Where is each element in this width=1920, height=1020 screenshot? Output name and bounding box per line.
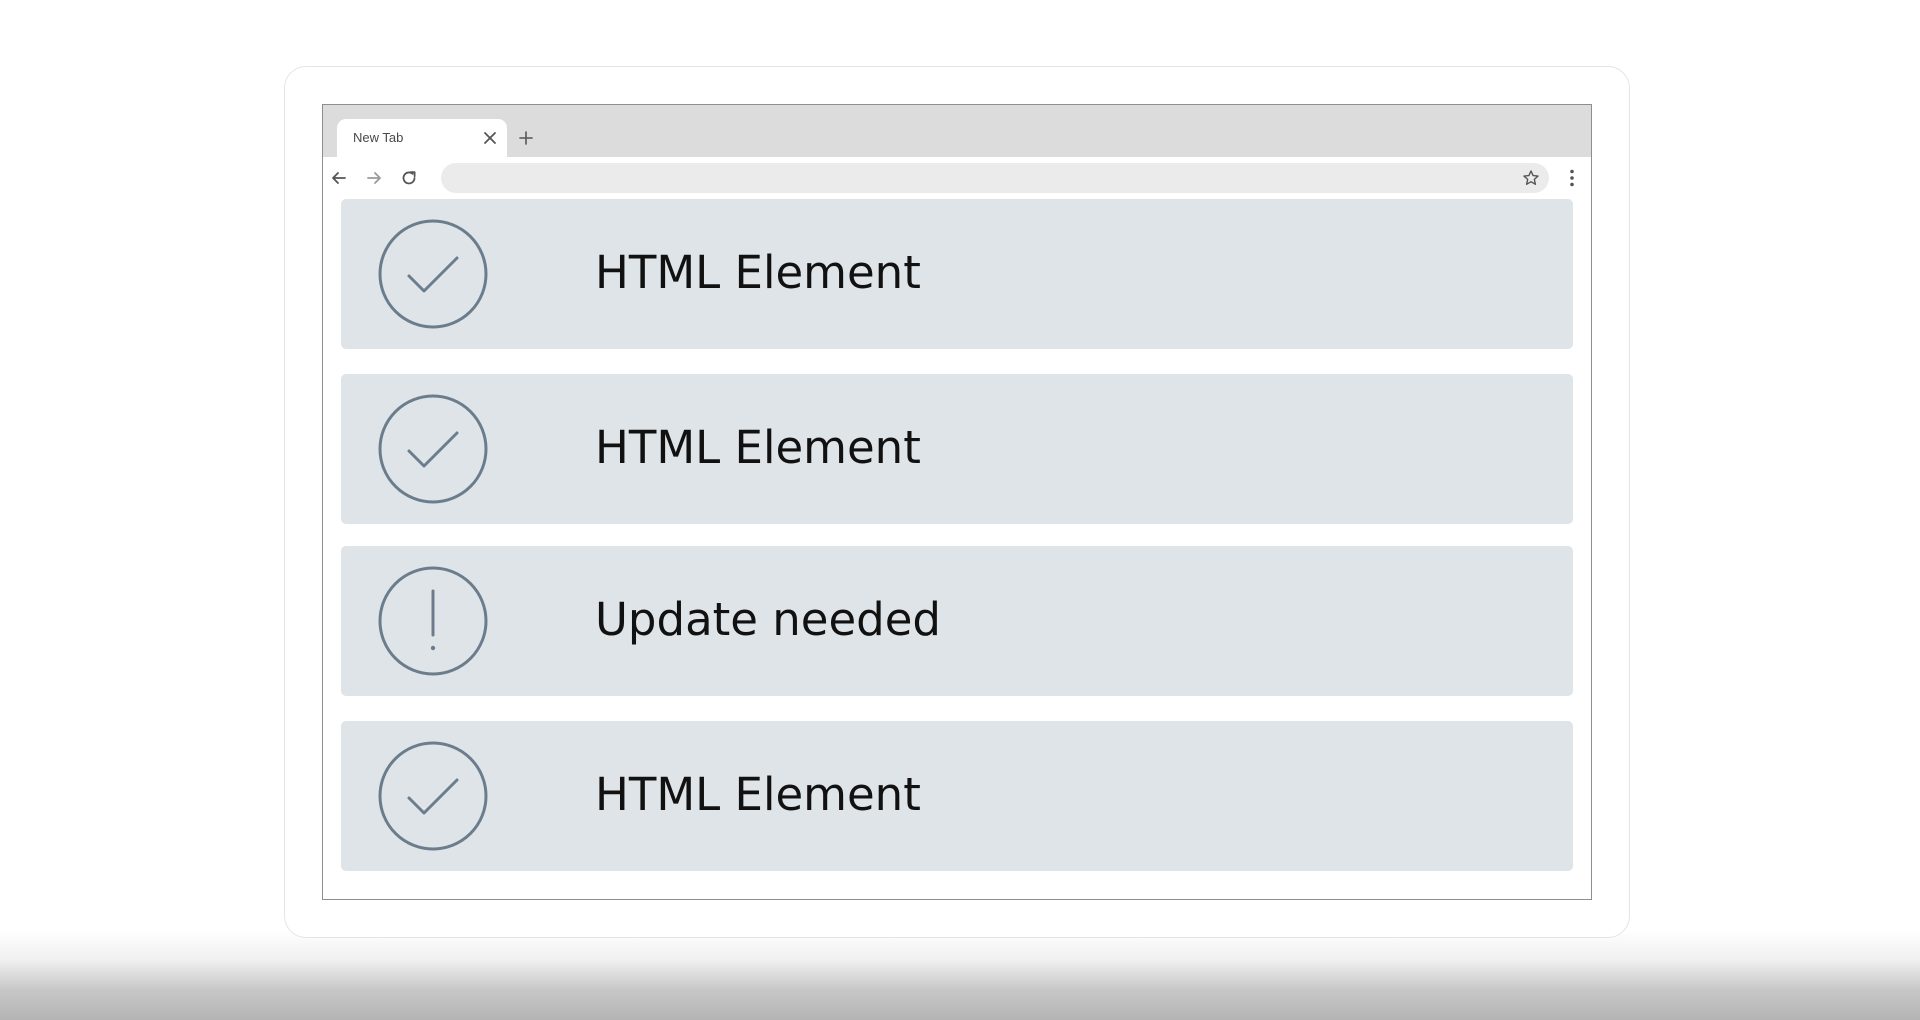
check-circle-icon (378, 394, 488, 504)
back-arrow-icon[interactable] (329, 168, 349, 188)
browser-window: New Tab HTML Element HTML Element Update… (322, 104, 1592, 900)
forward-arrow-icon[interactable] (364, 168, 384, 188)
reload-icon[interactable] (399, 168, 419, 188)
address-input[interactable] (455, 167, 1499, 191)
close-icon[interactable] (481, 129, 499, 147)
check-circle-icon (378, 219, 488, 329)
check-circle-icon (378, 741, 488, 851)
list-item: HTML Element (341, 721, 1573, 871)
page-content: HTML Element HTML Element Update needed … (323, 199, 1591, 899)
toolbar (323, 157, 1591, 199)
list-item: Update needed (341, 546, 1573, 696)
bookmark-star-icon[interactable] (1521, 168, 1541, 188)
item-label: HTML Element (595, 421, 921, 474)
list-item: HTML Element (341, 199, 1573, 349)
exclamation-circle-icon (378, 566, 488, 676)
list-item: HTML Element (341, 374, 1573, 524)
new-tab-plus-icon[interactable] (517, 129, 535, 147)
item-label: HTML Element (595, 246, 921, 299)
more-menu-icon[interactable] (1561, 167, 1583, 189)
tab-title: New Tab (353, 130, 404, 145)
tab-new-tab[interactable]: New Tab (337, 119, 507, 157)
address-bar[interactable] (441, 163, 1549, 193)
tab-bar: New Tab (323, 105, 1591, 157)
item-label: HTML Element (595, 768, 921, 821)
item-label: Update needed (595, 593, 941, 646)
